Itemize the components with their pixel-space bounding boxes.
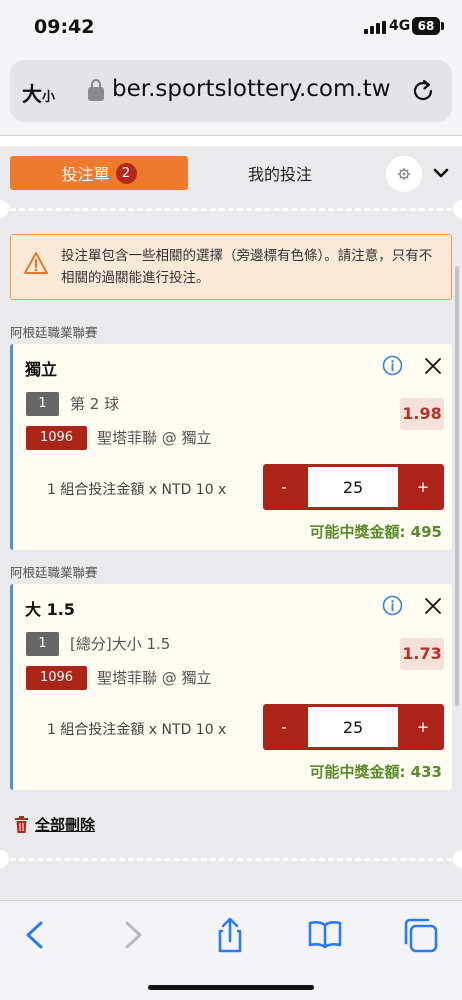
match-name: 聖塔菲聯 @ 獨立 — [97, 429, 212, 447]
lock-icon — [88, 79, 104, 101]
home-indicator — [148, 985, 314, 990]
close-icon[interactable] — [423, 596, 443, 616]
ticket-notch — [453, 850, 462, 868]
page: 投注單 2 我的投注 投注單包含一些相關的選擇（旁邊標有色條）。請注意，只有不相… — [0, 136, 462, 900]
league-label: 阿根廷職業聯賽 — [10, 565, 98, 580]
trash-icon — [15, 816, 28, 833]
stake-stepper: - + — [263, 704, 444, 750]
scrollbar[interactable] — [455, 266, 459, 706]
divider — [10, 208, 452, 211]
bookmarks-icon[interactable] — [305, 915, 345, 955]
increase-stake-button[interactable]: + — [402, 704, 444, 750]
selection-card: 獨立 1 第 2 球 1.98 1096 聖塔菲聯 @ 獨立 1 組合投注金額 … — [10, 344, 452, 550]
game-code: 1096 — [26, 426, 87, 450]
odds-value: 1.98 — [400, 398, 444, 430]
browser-toolbar: 大小 ber.sportslottery.com.tw — [0, 54, 462, 136]
market-name: [總分]大小 1.5 — [70, 635, 171, 653]
settings-button[interactable] — [386, 156, 422, 192]
address-bar[interactable]: 大小 ber.sportslottery.com.tw — [10, 60, 452, 122]
tabs-icon[interactable] — [400, 915, 440, 955]
decrease-stake-button[interactable]: - — [263, 704, 305, 750]
stake-input[interactable] — [308, 467, 398, 507]
league-label: 阿根廷職業聯賽 — [10, 325, 98, 340]
browser-bottom-toolbar — [0, 900, 462, 1000]
ticket-notch — [0, 200, 9, 218]
delete-all-button[interactable]: 全部刪除 — [14, 814, 95, 835]
info-icon[interactable] — [382, 355, 403, 376]
url-text[interactable]: ber.sportslottery.com.tw — [112, 76, 408, 102]
decrease-stake-button[interactable]: - — [263, 464, 305, 510]
game-code: 1096 — [26, 666, 87, 690]
related-selection-warning: 投注單包含一些相關的選擇（旁邊標有色條）。請注意，只有不相關的過關能進行投注。 — [10, 234, 452, 300]
warning-text: 投注單包含一些相關的選擇（旁邊標有色條）。請注意，只有不相關的過關能進行投注。 — [61, 248, 433, 286]
selection-number: 1 — [26, 632, 59, 656]
betslip-count-badge: 2 — [115, 162, 137, 184]
signal-icon — [364, 21, 386, 34]
betslip-panel: 投注單 2 我的投注 投注單包含一些相關的選擇（旁邊標有色條）。請注意，只有不相… — [0, 146, 462, 900]
warning-icon — [24, 252, 48, 274]
info-icon[interactable] — [382, 595, 403, 616]
gear-icon — [398, 168, 410, 180]
text-size-button[interactable]: 大小 — [22, 78, 55, 107]
back-icon[interactable] — [15, 915, 55, 955]
chevron-down-icon[interactable] — [432, 166, 450, 180]
stake-label: 1 組合投注金額 x NTD 10 x — [47, 482, 227, 498]
selection-title: 獨立 — [25, 360, 58, 379]
odds-value: 1.73 — [400, 638, 444, 670]
potential-payout: 可能中獎金額: 433 — [309, 763, 442, 781]
status-bar: 09:42 4G 68 — [0, 0, 462, 54]
selection-title: 大 1.5 — [25, 600, 75, 619]
ticket-notch — [0, 850, 9, 868]
share-icon[interactable] — [210, 915, 250, 955]
selection-card: 大 1.5 1 [總分]大小 1.5 1.73 1096 聖塔菲聯 @ 獨立 1… — [10, 584, 452, 790]
reload-icon[interactable] — [410, 78, 436, 104]
potential-payout: 可能中獎金額: 495 — [309, 523, 442, 541]
battery-tip — [441, 22, 444, 30]
selection-number: 1 — [26, 392, 59, 416]
clock: 09:42 — [34, 16, 95, 38]
increase-stake-button[interactable]: + — [402, 464, 444, 510]
network-type: 4G — [389, 18, 411, 34]
match-name: 聖塔菲聯 @ 獨立 — [97, 669, 212, 687]
tab-my-bets[interactable]: 我的投注 — [190, 156, 370, 190]
stake-stepper: - + — [263, 464, 444, 510]
stake-label: 1 組合投注金額 x NTD 10 x — [47, 722, 227, 738]
market-name: 第 2 球 — [70, 395, 120, 413]
battery-icon: 68 — [412, 17, 440, 35]
ticket-notch — [453, 200, 462, 218]
close-icon[interactable] — [423, 356, 443, 376]
stake-input[interactable] — [308, 707, 398, 747]
tab-betslip[interactable]: 投注單 2 — [10, 156, 188, 190]
forward-icon[interactable] — [113, 915, 153, 955]
divider — [10, 858, 452, 861]
